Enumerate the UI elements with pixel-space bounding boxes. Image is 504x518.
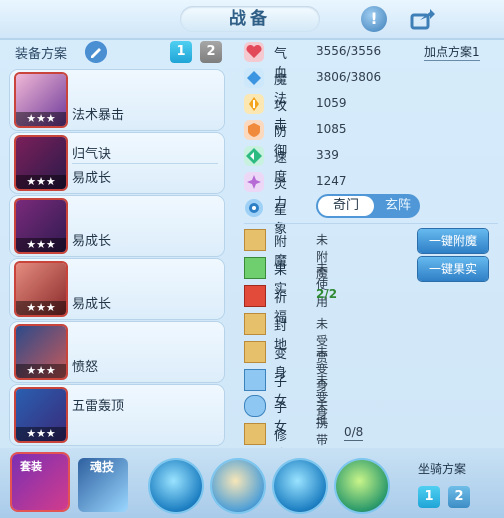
equip-effect: 五雷轰顶 bbox=[72, 399, 125, 414]
edit-pencil-icon[interactable] bbox=[85, 41, 107, 63]
equip-slot-2[interactable]: ★★★ 归气诀 易成长 bbox=[10, 133, 224, 193]
fief-icon bbox=[244, 313, 266, 335]
equip-scheme-tab-2[interactable]: 2 bbox=[200, 41, 222, 63]
star-rating: ★★★ bbox=[16, 364, 66, 378]
one-click-fruit-button[interactable]: 一键果实 bbox=[418, 257, 488, 281]
stat-value: 1247 bbox=[316, 174, 347, 188]
equip-slot-6[interactable]: ★★★ 五雷轰顶 bbox=[10, 385, 224, 445]
equip-effect: 愤怒 bbox=[72, 360, 99, 375]
equipment-panel: 战备 ! 装备方案 1 2 ★★★ 法术暴击 ★★★ 归气诀 易成长 ★★★ 易… bbox=[0, 0, 504, 518]
equip-slot-3[interactable]: ★★★ 易成长 bbox=[10, 196, 224, 256]
action-value: 未使用 bbox=[316, 261, 329, 309]
equip-scheme-tab-1[interactable]: 1 bbox=[170, 41, 192, 63]
slot-divider bbox=[72, 163, 218, 164]
child-icon bbox=[244, 369, 266, 391]
armor-icon: ★★★ bbox=[16, 200, 66, 252]
section-divider bbox=[244, 223, 498, 224]
stat-value: 1085 bbox=[316, 122, 347, 136]
equip-slot-1[interactable]: ★★★ 法术暴击 bbox=[10, 70, 224, 130]
star-compass-icon bbox=[245, 199, 263, 217]
action-value[interactable]: 未携带 bbox=[316, 397, 329, 450]
speed-icon bbox=[244, 146, 264, 166]
transform-icon bbox=[244, 341, 266, 363]
cultivation-icon bbox=[244, 423, 266, 445]
action-value: 2/2 bbox=[316, 287, 338, 301]
helmet-icon: ★★★ bbox=[16, 137, 66, 189]
weapon-fan-icon: ★★★ bbox=[16, 74, 66, 126]
exclamation-icon: ! bbox=[370, 9, 378, 28]
equip-effect: 易成长 bbox=[72, 297, 112, 312]
necklace-icon: ★★★ bbox=[16, 263, 66, 315]
skill-slot-2[interactable] bbox=[212, 460, 264, 512]
xingxiang-option-xuanzhen[interactable]: 玄阵 bbox=[376, 196, 420, 216]
equip-effect: 易成长 bbox=[72, 171, 112, 186]
one-click-enchant-button[interactable]: 一键附魔 bbox=[418, 229, 488, 253]
action-value[interactable]: 0/8 bbox=[344, 425, 364, 441]
spirit-icon bbox=[244, 172, 264, 192]
star-rating: ★★★ bbox=[16, 238, 66, 252]
equip-effect: 易成长 bbox=[72, 234, 112, 249]
stat-value: 339 bbox=[316, 148, 339, 162]
skill-slot-1[interactable] bbox=[150, 460, 202, 512]
heart-icon bbox=[244, 42, 264, 62]
stat-value: 1059 bbox=[316, 96, 347, 110]
mount-scheme-tab-1[interactable]: 1 bbox=[418, 486, 440, 508]
skill-slot-3[interactable] bbox=[274, 460, 326, 512]
star-rating: ★★★ bbox=[16, 427, 66, 441]
attack-icon bbox=[244, 94, 264, 114]
mana-diamond-icon bbox=[244, 68, 264, 88]
mount-scheme-tab-2[interactable]: 2 bbox=[448, 486, 470, 508]
help-button[interactable]: ! bbox=[361, 6, 387, 32]
panel-title: 战备 bbox=[180, 6, 320, 32]
equip-effect: 法术暴击 bbox=[72, 108, 125, 123]
star-rating: ★★★ bbox=[16, 112, 66, 126]
equip-effect: 归气诀 bbox=[72, 147, 112, 162]
equip-slot-4[interactable]: ★★★ 易成长 bbox=[10, 259, 224, 319]
equip-scheme-label: 装备方案 bbox=[15, 47, 68, 62]
fruit-icon bbox=[244, 257, 266, 279]
belt-icon: ★★★ bbox=[16, 326, 66, 378]
enchant-icon bbox=[244, 229, 266, 251]
stat-value: 3556/3556 bbox=[316, 44, 382, 58]
soul-skill-label: 魂技 bbox=[90, 460, 115, 474]
xingxiang-option-qimen[interactable]: 奇门 bbox=[318, 196, 374, 216]
attribute-plan-link[interactable]: 加点方案1 bbox=[424, 43, 480, 61]
header-divider bbox=[0, 38, 504, 40]
stat-value: 3806/3806 bbox=[316, 70, 382, 84]
star-rating: ★★★ bbox=[16, 301, 66, 315]
xingxiang-toggle[interactable]: 奇门 玄阵 bbox=[316, 194, 420, 218]
star-rating: ★★★ bbox=[16, 175, 66, 189]
suit-label: 套装 bbox=[20, 460, 42, 473]
blessing-icon bbox=[244, 285, 266, 307]
mount-scheme-label: 坐骑方案 bbox=[418, 462, 467, 476]
share-icon[interactable] bbox=[410, 8, 436, 30]
shield-icon bbox=[244, 120, 264, 140]
paw-icon bbox=[244, 395, 266, 417]
skill-slot-4[interactable] bbox=[336, 460, 388, 512]
boots-icon: ★★★ bbox=[16, 389, 66, 441]
equip-slot-5[interactable]: ★★★ 愤怒 bbox=[10, 322, 224, 382]
